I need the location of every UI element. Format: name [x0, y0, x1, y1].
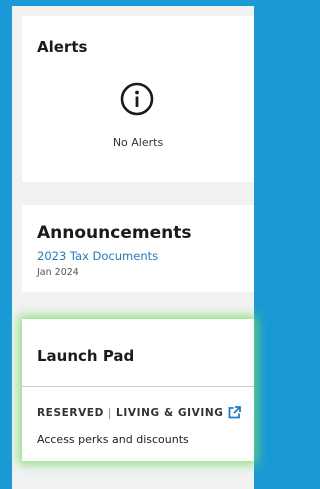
announcements-title: Announcements — [37, 223, 192, 243]
reserved-living-giving-link[interactable]: RESERVED | LIVING & GIVING — [37, 406, 241, 419]
brand-primary-label: RESERVED — [37, 406, 104, 419]
no-alerts-message: No Alerts — [112, 136, 164, 149]
launch-pad-card: Launch Pad RESERVED | LIVING & GIVING Ac… — [22, 319, 254, 461]
alerts-title: Alerts — [37, 38, 88, 56]
announcement-date: Jan 2024 — [37, 267, 79, 278]
launch-pad-description: Access perks and discounts — [37, 433, 189, 446]
external-link-icon — [228, 406, 241, 419]
alerts-card: Alerts No Alerts — [22, 16, 254, 182]
launch-pad-divider — [22, 386, 254, 387]
brand-separator: | — [107, 406, 113, 419]
info-icon — [120, 82, 154, 116]
launch-pad-title: Launch Pad — [37, 347, 135, 365]
announcements-card: Announcements 2023 Tax Documents Jan 202… — [22, 205, 254, 292]
brand-secondary-label: LIVING & GIVING — [116, 406, 224, 419]
tax-documents-link[interactable]: 2023 Tax Documents — [37, 249, 254, 263]
side-panel: Alerts No Alerts Announcements 2023 Tax … — [12, 6, 254, 489]
